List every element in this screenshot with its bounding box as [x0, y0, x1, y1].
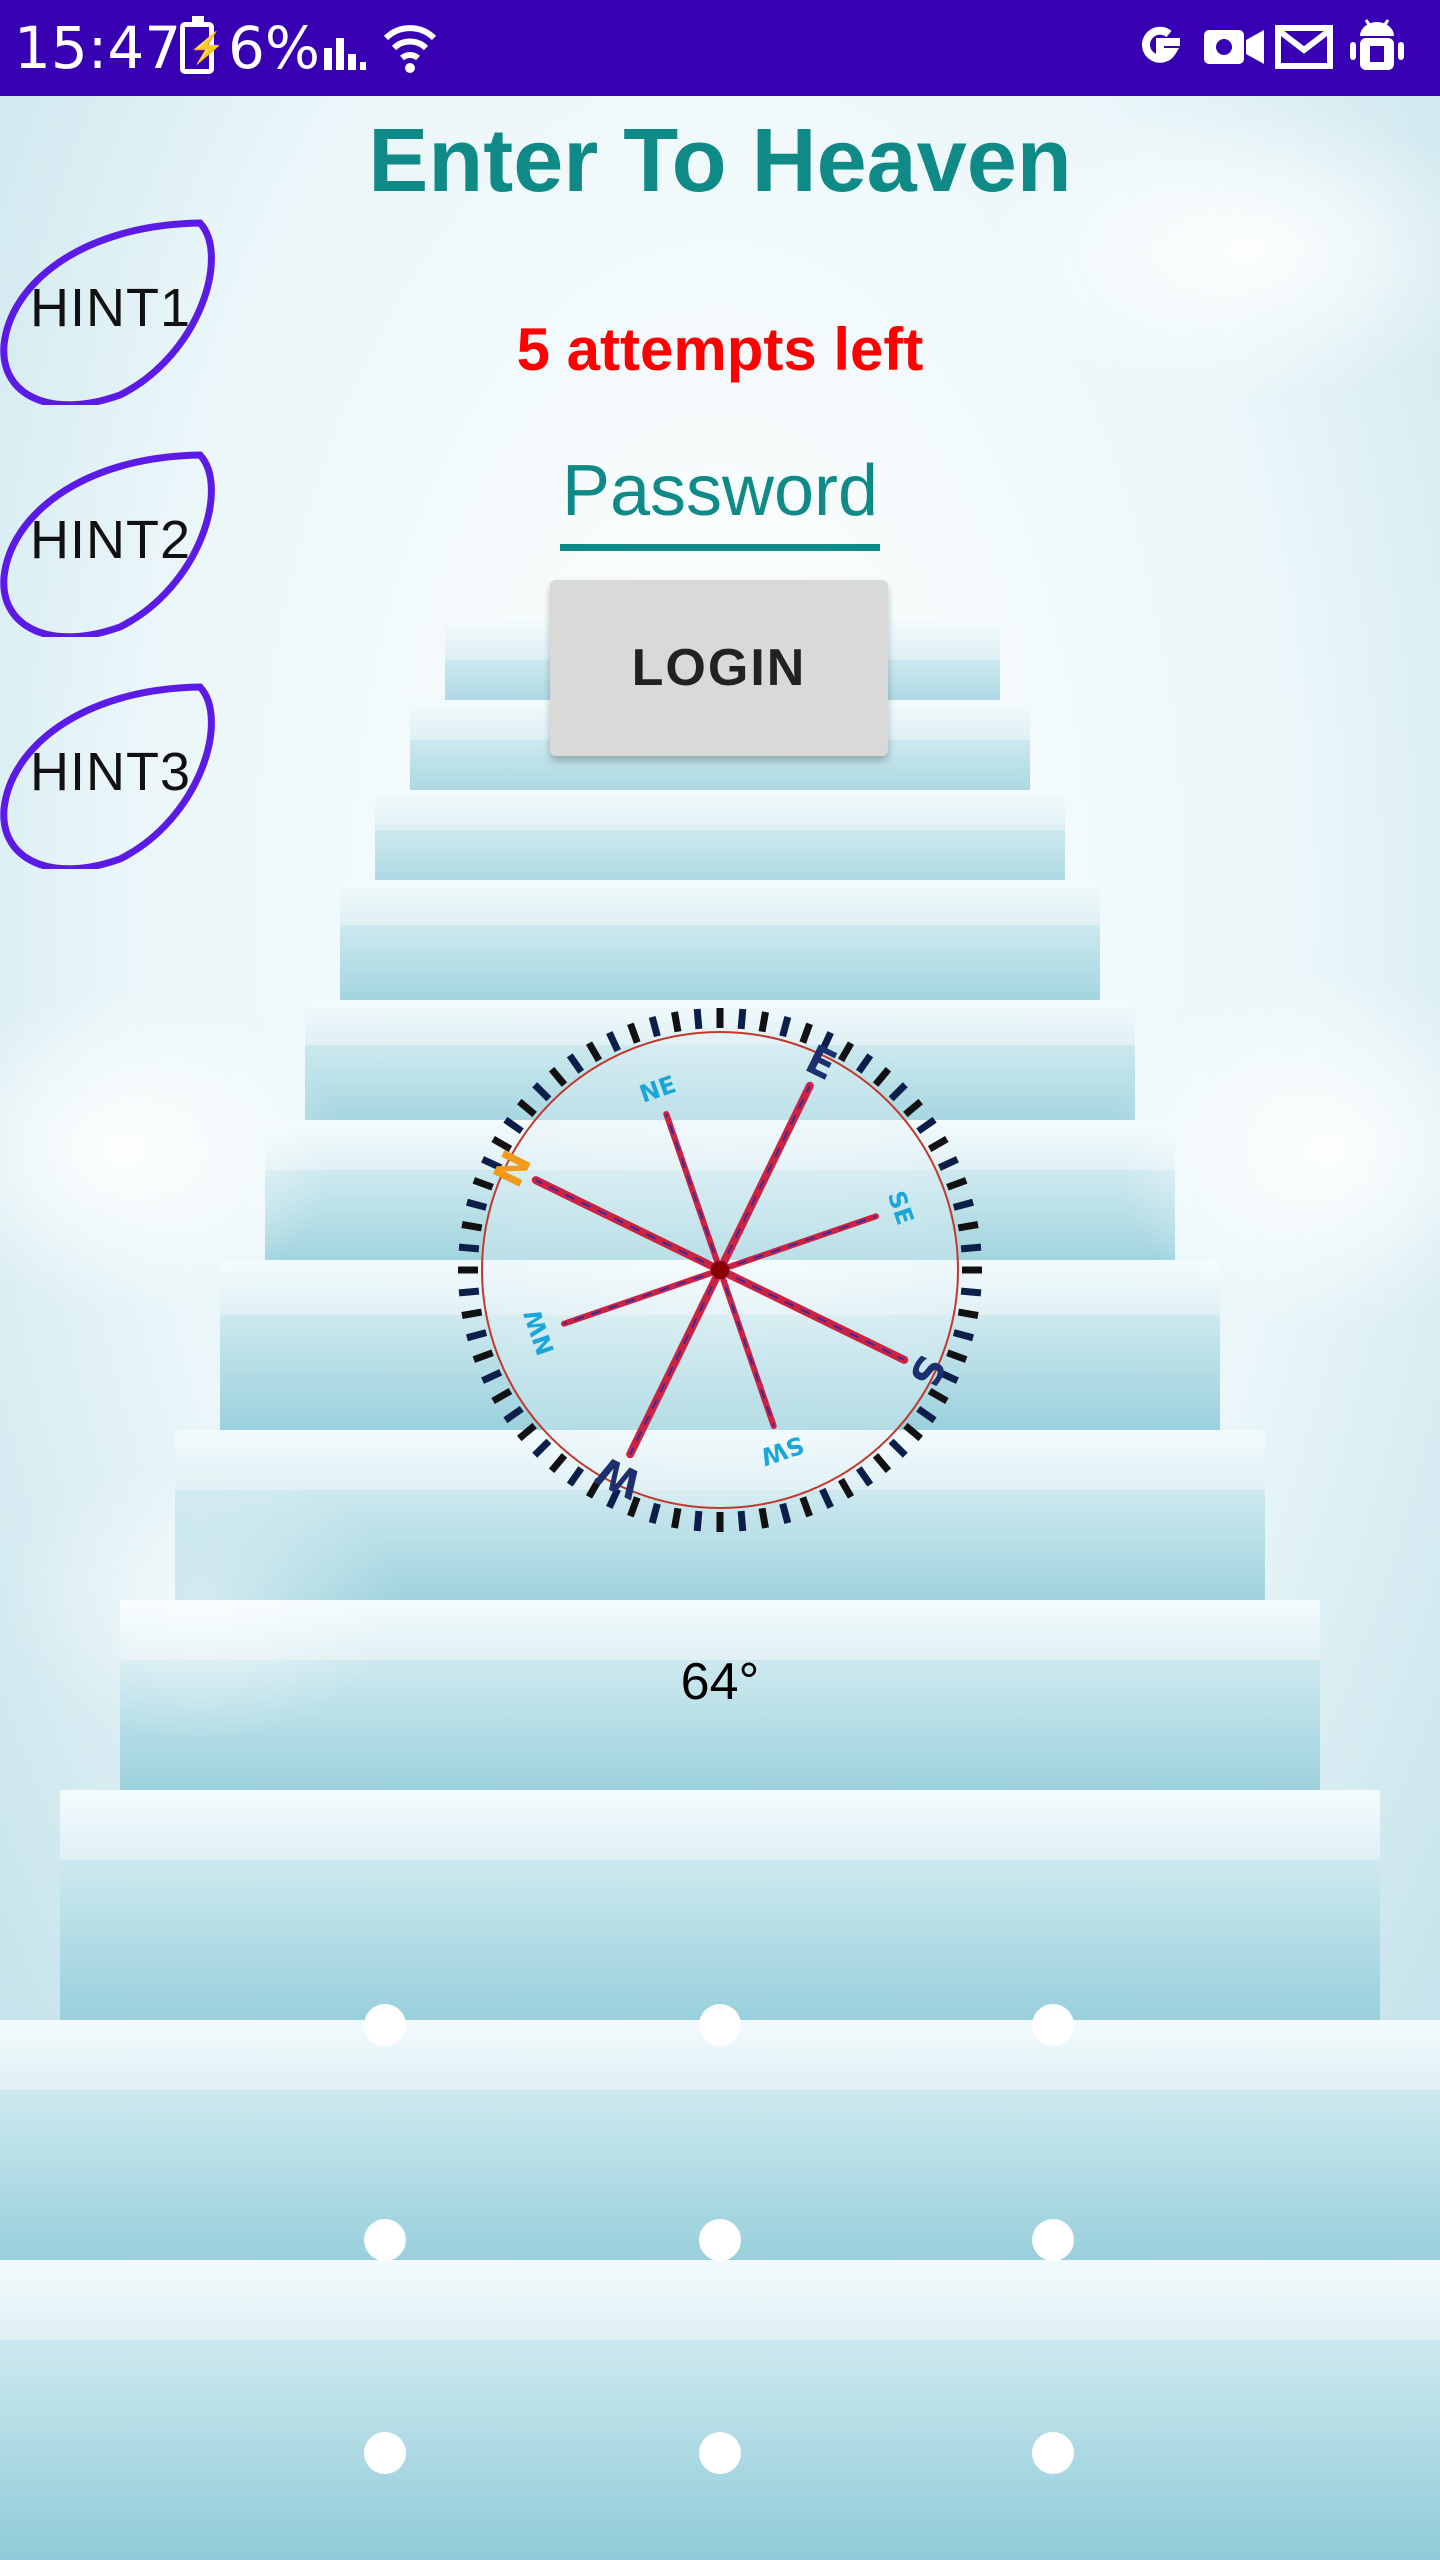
compass-tick	[799, 1496, 813, 1518]
compass-tick	[627, 1022, 641, 1044]
compass-tick	[517, 1098, 537, 1118]
compass-tick	[503, 1116, 524, 1135]
signal-icon	[322, 18, 378, 74]
compass-tick	[532, 1082, 552, 1102]
compass-tick	[458, 1287, 480, 1297]
compass-tick	[461, 1308, 483, 1319]
compass-tick	[946, 1349, 968, 1363]
stair-tread	[375, 790, 1065, 830]
compass-tick	[903, 1098, 923, 1118]
compass-tick	[957, 1221, 979, 1232]
wifi-icon	[380, 18, 440, 78]
compass-tick	[837, 1041, 855, 1063]
compass-tick	[779, 1016, 792, 1038]
compass-tick	[737, 1008, 747, 1030]
status-bar: 15:47 ⚡ 6%	[0, 0, 1440, 96]
compass-tick	[872, 1453, 892, 1473]
compass-tick	[855, 1466, 874, 1487]
pattern-dot-6[interactable]	[1032, 2219, 1074, 2261]
pattern-dot-2[interactable]	[699, 2004, 741, 2046]
compass-tick	[585, 1041, 603, 1063]
google-icon	[1130, 18, 1188, 76]
status-time: 15:47	[14, 14, 182, 82]
compass-dial: NNE ESESSWWNW	[458, 1008, 982, 1532]
compass-tick	[952, 1198, 974, 1211]
compass-tick	[960, 1287, 982, 1297]
compass-tick	[758, 1507, 769, 1529]
password-field-container	[560, 438, 880, 551]
compass-tick	[888, 1438, 908, 1458]
compass-tick	[648, 1016, 661, 1038]
compass-tick	[903, 1422, 923, 1442]
compass-tick	[458, 1243, 480, 1253]
compass-tick	[937, 1156, 959, 1171]
pattern-dot-9[interactable]	[1032, 2432, 1074, 2474]
pattern-dot-1[interactable]	[364, 2004, 406, 2046]
login-button[interactable]: LOGIN	[550, 580, 888, 756]
compass-tick	[606, 1031, 621, 1053]
compass-tick	[648, 1502, 661, 1524]
compass-tick	[799, 1022, 813, 1044]
pattern-dot-8[interactable]	[699, 2432, 741, 2474]
pattern-dot-3[interactable]	[1032, 2004, 1074, 2046]
compass-tick	[491, 1387, 513, 1405]
pattern-dot-5[interactable]	[699, 2219, 741, 2261]
compass-tick	[517, 1422, 537, 1442]
stair-tread	[60, 1790, 1380, 1860]
compass-tick	[779, 1502, 792, 1524]
compass-tick	[737, 1510, 747, 1532]
battery-charging-icon: ⚡	[180, 16, 225, 74]
compass-tick	[548, 1453, 568, 1473]
compass-tick	[693, 1510, 703, 1532]
compass-tick	[461, 1221, 483, 1232]
compass-tick	[872, 1067, 892, 1087]
hint2-button[interactable]: HINT2	[0, 447, 220, 637]
compass-tick	[837, 1477, 855, 1499]
compass-tick	[927, 1387, 949, 1405]
app-title: Enter To Heaven	[368, 111, 1072, 211]
video-camera-icon	[1202, 18, 1266, 76]
compass-tick	[566, 1053, 585, 1074]
battery-percent: 6%	[228, 14, 321, 82]
attempts-left-text: 5 attempts left	[516, 316, 924, 383]
heading-degrees: 64°	[680, 1653, 760, 1711]
compass-tick	[671, 1507, 682, 1529]
compass-tick	[960, 1243, 982, 1253]
password-field[interactable]	[560, 438, 880, 544]
compass-tick	[693, 1008, 703, 1030]
compass-tick	[472, 1177, 494, 1191]
compass-tick	[472, 1349, 494, 1363]
pattern-dot-7[interactable]	[364, 2432, 406, 2474]
compass-tick	[957, 1308, 979, 1319]
compass-tick	[819, 1487, 834, 1509]
compass-tick	[566, 1466, 585, 1487]
compass-tick	[532, 1438, 552, 1458]
compass-tick	[946, 1177, 968, 1191]
compass-tick	[503, 1405, 524, 1424]
compass-tick	[466, 1198, 488, 1211]
hint3-button[interactable]: HINT3	[0, 679, 220, 869]
compass-tick	[671, 1011, 682, 1033]
compass-tick	[916, 1116, 937, 1135]
compass-tick	[481, 1369, 503, 1384]
compass-tick	[855, 1053, 874, 1074]
gmail-icon	[1274, 18, 1334, 76]
pattern-dot-4[interactable]	[364, 2219, 406, 2261]
compass-tick	[916, 1405, 937, 1424]
compass-tick	[888, 1082, 908, 1102]
compass-tick	[758, 1011, 769, 1033]
hint3-label: HINT3	[30, 742, 192, 802]
stair-tread	[340, 880, 1100, 925]
compass-tick	[548, 1067, 568, 1087]
android-debug-icon	[1350, 18, 1404, 78]
compass-tick	[952, 1329, 974, 1342]
compass-tick	[466, 1329, 488, 1342]
hint2-label: HINT2	[30, 510, 192, 570]
compass-center	[711, 1261, 729, 1279]
stair-tread	[0, 2260, 1440, 2340]
compass-tick	[927, 1135, 949, 1153]
